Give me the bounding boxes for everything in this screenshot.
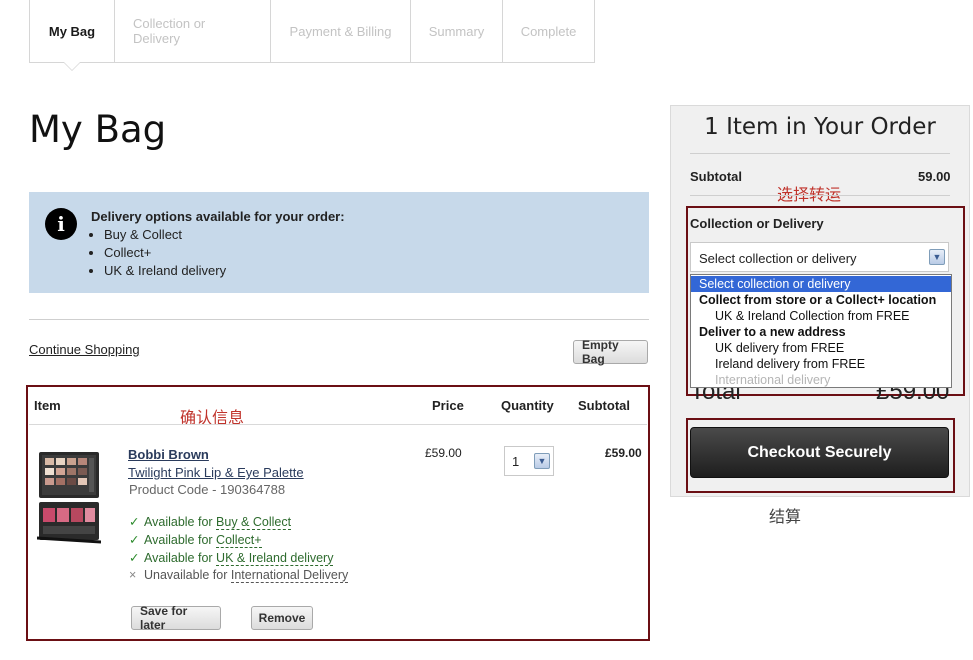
info-title: Delivery options available for your orde… <box>91 209 345 224</box>
step-label: Payment & Billing <box>289 23 392 39</box>
step-label: Summary <box>428 23 485 39</box>
availability-option-link[interactable]: Buy & Collect <box>216 515 292 530</box>
dropdown-option[interactable]: Select collection or delivery <box>691 276 951 292</box>
availability-option-link[interactable]: UK & Ireland delivery <box>216 551 334 566</box>
availability-item: ✓ Available for Buy & Collect <box>129 514 292 530</box>
chevron-down-icon[interactable]: ▼ <box>929 249 945 265</box>
remove-button[interactable]: Remove <box>251 606 313 630</box>
check-icon: ✓ <box>129 533 140 547</box>
save-for-later-button[interactable]: Save for later <box>131 604 221 632</box>
annotation-select-shipping: 选择转运 <box>777 185 842 204</box>
empty-bag-button[interactable]: Empty Bag <box>573 338 648 366</box>
checkout-securely-button[interactable]: Checkout Securely <box>690 427 949 478</box>
dropdown-option-disabled: International delivery <box>715 373 831 387</box>
availability-option-link[interactable]: International Delivery <box>230 568 349 583</box>
product-brand-link[interactable]: Bobbi Brown <box>128 447 209 462</box>
availability-prefix: Available for <box>144 515 217 529</box>
product-subtotal: £59.00 <box>605 446 642 460</box>
header-subtotal: Subtotal <box>578 398 630 413</box>
continue-shopping-link[interactable]: Continue Shopping <box>29 342 140 357</box>
chevron-down-icon[interactable]: ▼ <box>534 453 550 469</box>
dropdown-option[interactable]: UK & Ireland Collection from FREE <box>691 308 951 324</box>
availability-option-link[interactable]: Collect+ <box>216 533 262 548</box>
checkout-steps: My Bag Collection or Delivery Payment & … <box>29 0 595 71</box>
step-label: Collection or Delivery <box>133 16 206 46</box>
availability-item: ✓ Available for Collect+ <box>129 532 262 548</box>
divider <box>690 195 950 196</box>
quantity-value: 1 <box>512 454 520 469</box>
divider <box>690 153 950 154</box>
availability-prefix: Available for <box>144 551 217 565</box>
dropdown-option[interactable]: UK delivery from FREE <box>691 340 951 356</box>
step-label: Complete <box>520 23 577 39</box>
availability-item: × Unavailable for International Delivery <box>129 568 349 583</box>
cross-icon: × <box>129 568 137 582</box>
quantity-select[interactable]: 1 ▼ <box>504 446 554 476</box>
page-title: My Bag <box>29 108 167 151</box>
delivery-options-list: Buy & Collect Collect+ UK & Ireland deli… <box>104 226 226 280</box>
subtotal-value: 59.00 <box>918 169 951 184</box>
product-image[interactable] <box>37 450 101 546</box>
check-icon: ✓ <box>129 551 140 565</box>
divider <box>29 319 649 320</box>
dropdown-group-label: Collect from store or a Collect+ locatio… <box>699 293 937 307</box>
product-price: £59.00 <box>425 446 462 460</box>
dropdown-group-label: Deliver to a new address <box>699 325 846 339</box>
delivery-select[interactable]: Select collection or delivery ▼ <box>690 242 949 272</box>
annotation-checkout: 结算 <box>769 507 802 526</box>
availability-prefix: Available for <box>144 533 217 547</box>
availability-item: ✓ Available for UK & Ireland delivery <box>129 550 334 566</box>
order-summary-title: 1 Item in Your Order <box>704 114 936 140</box>
header-item: Item <box>34 398 61 413</box>
product-name-link[interactable]: Twilight Pink Lip & Eye Palette <box>128 465 304 480</box>
delivery-dropdown-list[interactable]: Select collection or delivery Collect fr… <box>690 274 952 388</box>
delivery-label: Collection or Delivery <box>690 216 824 231</box>
list-item: Buy & Collect <box>104 226 226 244</box>
header-quantity: Quantity <box>501 398 554 413</box>
info-icon: i <box>45 208 77 240</box>
delivery-info-box: i Delivery options available for your or… <box>29 192 649 293</box>
delivery-selected-value: Select collection or delivery <box>699 251 857 266</box>
divider <box>29 424 647 425</box>
dropdown-option[interactable]: Ireland delivery from FREE <box>691 356 951 372</box>
list-item: Collect+ <box>104 244 226 262</box>
list-item: UK & Ireland delivery <box>104 262 226 280</box>
check-icon: ✓ <box>129 515 140 529</box>
step-complete[interactable]: Complete <box>503 0 595 63</box>
step-summary[interactable]: Summary <box>411 0 503 63</box>
availability-prefix: Unavailable for <box>144 568 231 582</box>
step-collection-or-delivery[interactable]: Collection or Delivery <box>115 0 271 63</box>
subtotal-label: Subtotal <box>690 169 742 184</box>
header-price: Price <box>432 398 464 413</box>
product-code: Product Code - 190364788 <box>129 482 286 497</box>
step-label: My Bag <box>48 23 96 39</box>
step-payment-billing[interactable]: Payment & Billing <box>271 0 411 63</box>
step-my-bag[interactable]: My Bag <box>29 0 115 71</box>
